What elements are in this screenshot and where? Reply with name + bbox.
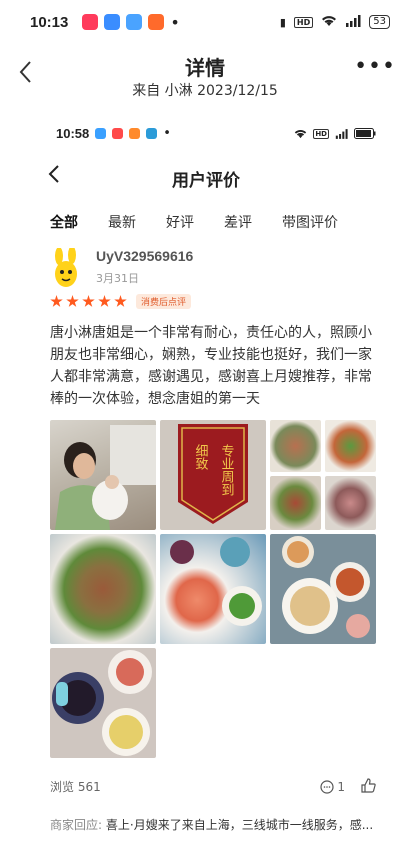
app-notification-icon	[95, 128, 107, 139]
wifi-icon	[321, 15, 337, 30]
more-notifications-icon: •	[163, 126, 171, 141]
inner-status-icons: HD	[294, 128, 376, 139]
telegram-icon	[146, 128, 158, 139]
more-notifications-icon: •	[170, 12, 180, 32]
star-icon	[66, 295, 79, 307]
rating: 消费后点评	[50, 294, 192, 309]
review-tag: 消费后点评	[136, 294, 192, 309]
thumbs-up-icon	[361, 778, 376, 793]
inner-status-bar: 10:58 • HD	[56, 126, 376, 141]
like-button[interactable]	[361, 778, 376, 796]
battery-icon: 53	[369, 15, 390, 29]
app-notification-icon	[129, 128, 141, 139]
embedded-screenshot: 10:58 • HD 用户评价 全部 最新 好评 差评 带图评价 UyV3295…	[26, 108, 386, 838]
review-photo[interactable]: 专业周到 细致	[160, 420, 266, 530]
review-footer: 浏览 561 1	[50, 778, 376, 795]
video-app-icon	[148, 14, 165, 30]
star-icon	[50, 295, 63, 307]
banner-right-text: 专业周到	[219, 444, 235, 496]
app-notification-icon	[82, 14, 99, 30]
signal-icon	[335, 128, 348, 139]
vibrate-icon: ▮	[279, 15, 286, 29]
inner-header: 用户评价	[26, 158, 386, 198]
review-photo[interactable]	[325, 420, 376, 472]
review-photo[interactable]	[325, 476, 376, 530]
status-time: 10:13	[30, 13, 69, 31]
review-photo[interactable]	[270, 420, 321, 472]
merchant-reply[interactable]: 商家回应: 喜上·月嫂来了来自上海，三线城市一线服务，感...	[50, 816, 380, 833]
wifi-icon	[295, 129, 307, 138]
star-icon	[82, 295, 95, 307]
comment-icon	[320, 780, 334, 794]
view-count: 浏览 561	[50, 780, 101, 794]
review-photo[interactable]	[270, 534, 376, 644]
signal-icon	[345, 14, 361, 30]
hd-icon: HD	[293, 16, 314, 28]
banner-left-text: 细致	[193, 444, 209, 470]
merchant-reply-label: 商家回应:	[50, 818, 103, 832]
page-subtitle: 来自 小淋 2023/12/15	[132, 83, 278, 99]
comment-count: 1	[337, 780, 345, 794]
comment-button[interactable]: 1	[320, 780, 345, 794]
reviewer-username: UyV329569616	[96, 248, 194, 264]
star-icon	[114, 295, 127, 307]
review-photo[interactable]	[50, 534, 156, 644]
avatar	[50, 246, 82, 290]
review-tabs: 全部 最新 好评 差评 带图评价	[50, 212, 368, 232]
merchant-reply-text: 喜上·月嫂来了来自上海，三线城市一线服务，感...	[105, 818, 374, 832]
tab-all[interactable]: 全部	[50, 212, 78, 232]
tab-negative[interactable]: 差评	[224, 212, 252, 232]
review-date: 3月31日	[96, 272, 139, 285]
inner-title: 用户评价	[172, 171, 240, 191]
tab-latest[interactable]: 最新	[108, 212, 136, 232]
review-photo[interactable]	[160, 534, 266, 644]
app-notification-icon	[104, 14, 121, 30]
inner-status-time: 10:58	[56, 126, 90, 141]
hd-icon: HD	[313, 128, 329, 139]
status-bar: 10:13 • ▮ HD 53	[0, 0, 410, 44]
star-icon	[98, 295, 111, 307]
status-icons: ▮ HD 53	[279, 14, 390, 30]
review-photo[interactable]	[50, 648, 156, 758]
review-photo[interactable]	[50, 420, 156, 530]
tab-positive[interactable]: 好评	[166, 212, 194, 232]
review-text: 唐小淋唐姐是一个非常有耐心，责任心的人，照顾小朋友也非常细心，娴熟，专业技能也挺…	[50, 325, 372, 407]
review-photo[interactable]	[270, 476, 321, 530]
app-notification-icon	[112, 128, 124, 139]
app-notification-icon	[126, 14, 143, 30]
battery-icon	[354, 128, 376, 139]
reviewer-info: UyV329569616 3月31日	[50, 244, 370, 294]
more-options-icon[interactable]: •••	[354, 54, 396, 79]
page-title: 详情	[185, 56, 225, 80]
tab-with-photos[interactable]: 带图评价	[282, 212, 338, 232]
page-header: 详情 来自 小淋 2023/12/15 •••	[0, 44, 410, 106]
